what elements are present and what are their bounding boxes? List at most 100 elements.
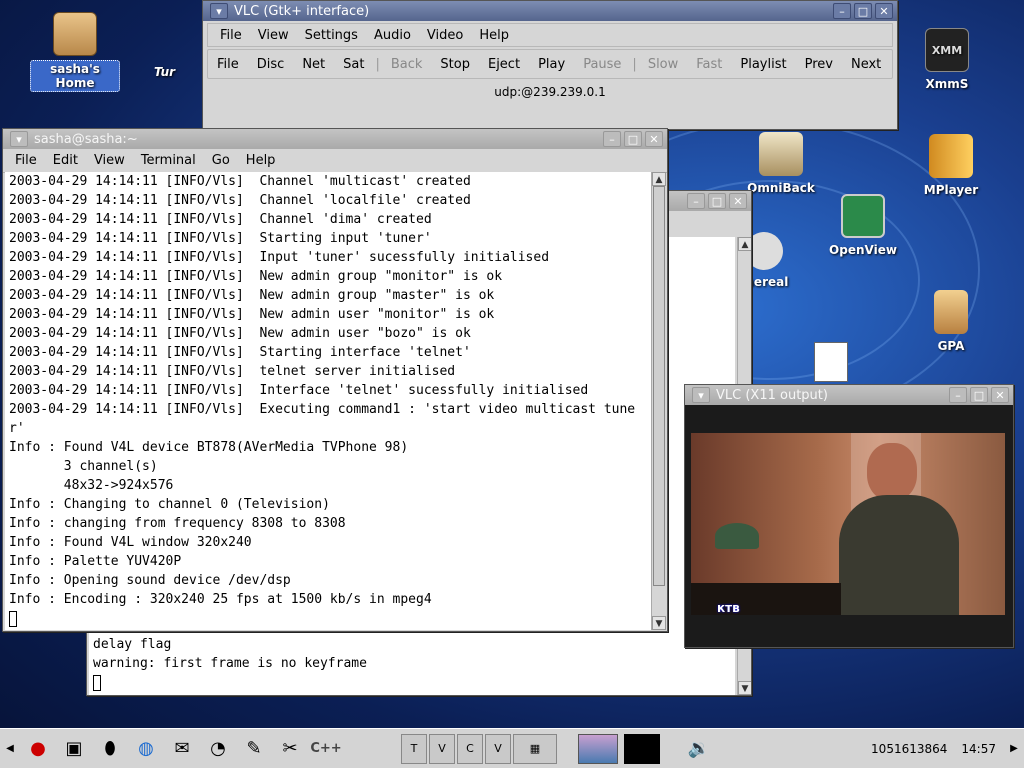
menu-help[interactable]: Help xyxy=(471,28,517,43)
toolbar-stop-button[interactable]: Stop xyxy=(431,57,479,72)
terminal-titlebar[interactable]: ▾ sasha@sasha:~ – □ ✕ xyxy=(3,129,667,149)
terminal-line: 2003-04-29 14:14:11 [INFO/Vls] Input 'tu… xyxy=(9,250,550,265)
close-icon[interactable]: ✕ xyxy=(645,131,663,147)
toolbar-slow-button[interactable]: Slow xyxy=(639,57,687,72)
menu-view[interactable]: View xyxy=(86,153,133,168)
window-menu-icon[interactable]: ▾ xyxy=(210,3,228,19)
toolbar-next-button[interactable]: Next xyxy=(842,57,890,72)
editor-launcher-icon[interactable]: ✎ xyxy=(239,734,269,764)
terminal-launcher-icon[interactable]: ▣ xyxy=(59,734,89,764)
toolbar-disc-button[interactable]: Disc xyxy=(248,57,294,72)
email-launcher-icon[interactable]: ✉ xyxy=(167,734,197,764)
menu-go[interactable]: Go xyxy=(204,153,238,168)
vlc-main-window[interactable]: ▾ VLC (Gtk+ interface) – □ ✕ File View S… xyxy=(202,0,898,130)
chart-launcher-icon[interactable]: ◔ xyxy=(203,734,233,764)
close-icon[interactable]: ✕ xyxy=(729,193,747,209)
workspace-switcher[interactable]: ▦ xyxy=(513,733,557,764)
vlc-main-titlebar[interactable]: ▾ VLC (Gtk+ interface) – □ ✕ xyxy=(203,1,897,21)
toolbar-sat-button[interactable]: Sat xyxy=(334,57,373,72)
channel-logo: ктв xyxy=(717,601,740,615)
minimize-icon[interactable]: – xyxy=(603,131,621,147)
menu-view[interactable]: View xyxy=(250,28,297,43)
minimize-icon[interactable]: – xyxy=(687,193,705,209)
terminal-output[interactable]: 2003-04-29 14:14:11 [INFO/Vls] Channel '… xyxy=(5,172,653,630)
browser-launcher-icon[interactable]: ◍ xyxy=(131,734,161,764)
stream-address: udp:@239.239.0.1 xyxy=(494,85,606,99)
desktop-icon-partial[interactable]: Tur xyxy=(150,64,200,80)
panel-hide-right-icon[interactable]: ▶ xyxy=(1007,734,1021,764)
toolbar-back-button[interactable]: Back xyxy=(382,57,432,72)
desktop-icon-xmms[interactable]: XMM XmmS xyxy=(902,28,992,92)
terminal-window[interactable]: ▾ sasha@sasha:~ – □ ✕ File Edit View Ter… xyxy=(2,128,668,632)
minimize-icon[interactable]: – xyxy=(949,387,967,403)
close-icon[interactable]: ✕ xyxy=(991,387,1009,403)
menu-terminal[interactable]: Terminal xyxy=(133,153,204,168)
menu-audio[interactable]: Audio xyxy=(366,28,419,43)
tools-launcher-icon[interactable]: ✂ xyxy=(275,734,305,764)
toolbar-file-button[interactable]: File xyxy=(208,57,248,72)
desktop-icon-omniback[interactable]: OmniBack xyxy=(736,132,826,196)
toolbar-prev-button[interactable]: Prev xyxy=(796,57,842,72)
maximize-icon[interactable]: □ xyxy=(970,387,988,403)
cpp-launcher-icon[interactable]: C++ xyxy=(310,734,341,764)
gpa-icon xyxy=(934,290,968,334)
menu-settings[interactable]: Settings xyxy=(297,28,366,43)
vlc-output-titlebar[interactable]: ▾ VLC (X11 output) – □ ✕ xyxy=(685,385,1013,405)
toolbar-playlist-button[interactable]: Playlist xyxy=(731,57,795,72)
scroll-up-icon[interactable]: ▲ xyxy=(738,237,751,251)
menu-help[interactable]: Help xyxy=(238,153,284,168)
task-button[interactable]: V xyxy=(429,733,455,764)
toolbar-separator: | xyxy=(375,56,380,72)
terminal-cursor xyxy=(9,611,17,627)
mouse-launcher-icon[interactable]: ⬮ xyxy=(95,734,125,764)
terminal-line: 2003-04-29 14:14:11 [INFO/Vls] Interface… xyxy=(9,383,589,398)
document-icon[interactable] xyxy=(814,342,848,382)
task-button[interactable]: C xyxy=(457,733,483,764)
toolbar-eject-button[interactable]: Eject xyxy=(479,57,529,72)
maximize-icon[interactable]: □ xyxy=(624,131,642,147)
task-button[interactable]: T xyxy=(401,733,427,764)
volume-icon[interactable]: 🔉 xyxy=(684,734,714,764)
toolbar-play-button[interactable]: Play xyxy=(529,57,574,72)
panel-counter: 1051613864 xyxy=(871,741,948,756)
bottom-panel: ◀ ● ▣ ⬮ ◍ ✉ ◔ ✎ ✂ C++ T V C V ▦ 🔉 105161… xyxy=(0,728,1024,768)
scroll-down-icon[interactable]: ▼ xyxy=(738,681,751,695)
desktop-icon-home[interactable]: sasha's Home xyxy=(30,12,120,92)
panel-clock[interactable]: 14:57 xyxy=(961,742,996,756)
window-menu-icon[interactable]: ▾ xyxy=(692,387,710,403)
terminal-line: 2003-04-29 14:14:11 [INFO/Vls] New admin… xyxy=(9,307,495,322)
back-terminal-visible-lines: delay flag warning: first frame is no key… xyxy=(89,635,735,695)
memory-monitor-applet[interactable] xyxy=(624,733,660,764)
toolbar-fast-button[interactable]: Fast xyxy=(687,57,731,72)
terminal-line: Info : changing from frequency 8308 to 8… xyxy=(9,516,346,531)
menu-video[interactable]: Video xyxy=(419,28,471,43)
video-frame[interactable]: ктв xyxy=(691,433,1005,615)
desktop-icon-openview[interactable]: OpenView xyxy=(818,194,908,258)
terminal-line: Info : Found V4L device BT878(AVerMedia … xyxy=(9,440,409,455)
minimize-icon[interactable]: – xyxy=(833,3,851,19)
terminal-scrollbar[interactable]: ▲ ▼ xyxy=(651,172,666,630)
terminal-line: 2003-04-29 14:14:11 [INFO/Vls] Starting … xyxy=(9,345,471,360)
cpu-monitor-applet[interactable] xyxy=(578,733,618,764)
toolbar-net-button[interactable]: Net xyxy=(293,57,334,72)
menu-file[interactable]: File xyxy=(212,28,250,43)
terminal-cursor xyxy=(93,675,101,691)
task-button[interactable]: V xyxy=(485,733,511,764)
panel-hide-left-icon[interactable]: ◀ xyxy=(3,734,17,764)
maximize-icon[interactable]: □ xyxy=(708,193,726,209)
scroll-down-icon[interactable]: ▼ xyxy=(652,616,666,630)
menu-edit[interactable]: Edit xyxy=(45,153,86,168)
redhat-menu-icon[interactable]: ● xyxy=(23,734,53,764)
terminal-line: 2003-04-29 14:14:11 [INFO/Vls] New admin… xyxy=(9,326,471,341)
close-icon[interactable]: ✕ xyxy=(875,3,893,19)
scroll-up-icon[interactable]: ▲ xyxy=(652,172,666,186)
scrollbar-thumb[interactable] xyxy=(653,186,665,586)
video-person-head xyxy=(867,443,917,501)
toolbar-pause-button[interactable]: Pause xyxy=(574,57,630,72)
vlc-output-window[interactable]: ▾ VLC (X11 output) – □ ✕ ктв xyxy=(684,384,1014,648)
maximize-icon[interactable]: □ xyxy=(854,3,872,19)
menu-file[interactable]: File xyxy=(7,153,45,168)
window-menu-icon[interactable]: ▾ xyxy=(10,131,28,147)
desktop-icon-gpa[interactable]: GPA xyxy=(906,290,996,354)
desktop-icon-mplayer[interactable]: MPlayer xyxy=(906,134,996,198)
